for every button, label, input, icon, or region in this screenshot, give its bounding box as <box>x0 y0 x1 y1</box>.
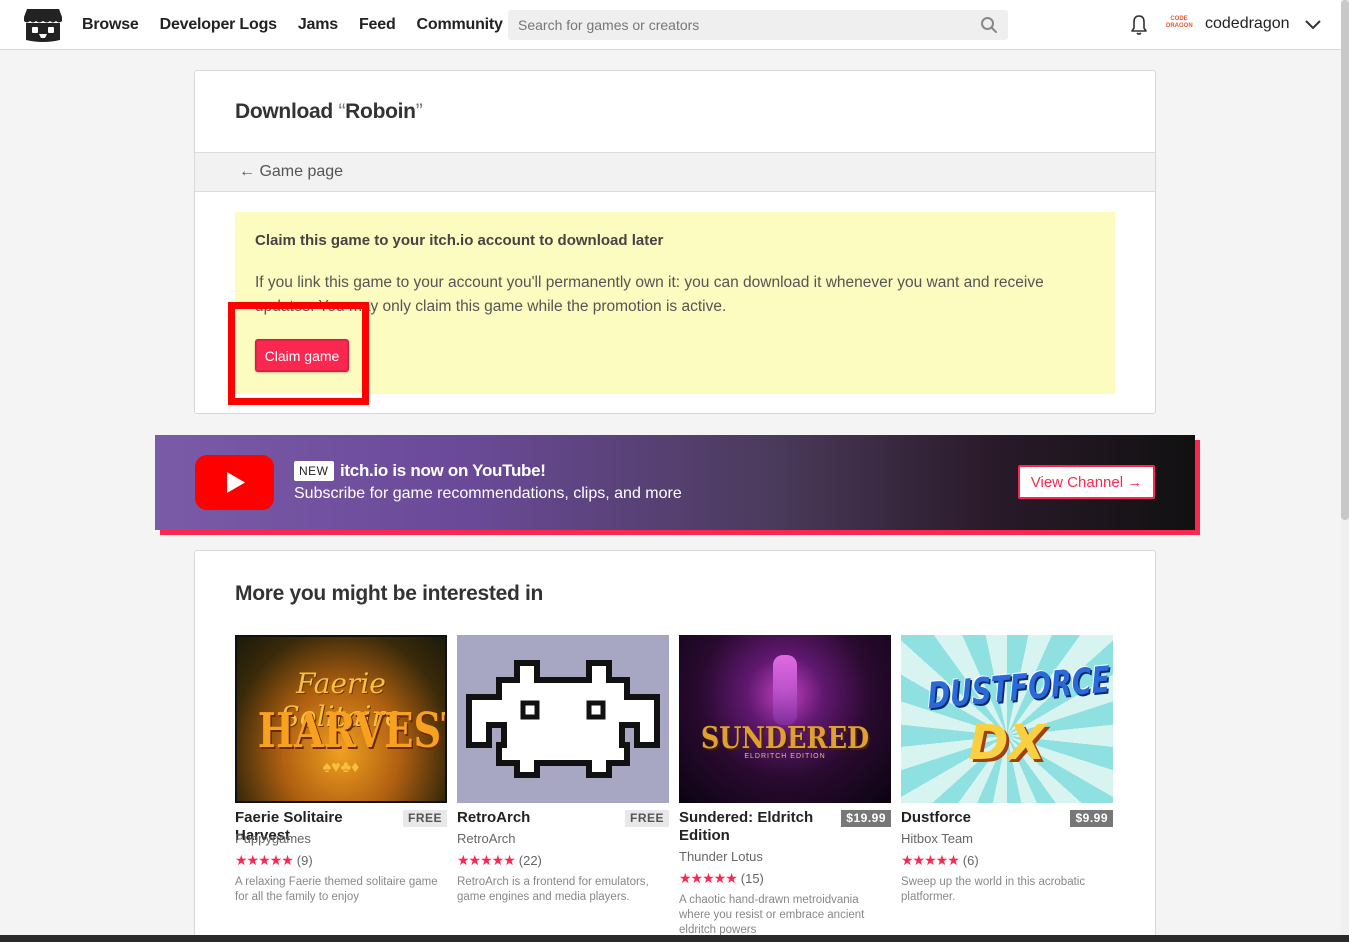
rating-count: (15) <box>740 871 764 886</box>
game-title[interactable]: RetroArch <box>457 809 617 827</box>
game-thumbnail[interactable]: SUNDERED ELDRITCH EDITION <box>679 635 891 803</box>
star-rating-icon: ★★★★★ <box>901 852 960 868</box>
game-thumbnail[interactable] <box>457 635 669 803</box>
scrollbar-thumb[interactable] <box>1341 0 1349 520</box>
nav-community[interactable]: Community <box>417 16 503 34</box>
avatar[interactable]: CODE DRAGON <box>1166 12 1193 38</box>
game-author[interactable]: Hitbox Team <box>901 831 973 846</box>
search-box <box>508 10 1008 40</box>
price-badge: $19.99 <box>841 810 891 827</box>
claim-heading: Claim this game to your itch.io account … <box>255 232 664 249</box>
top-header: Browse Developer Logs Jams Feed Communit… <box>0 0 1341 50</box>
thumbnail-title-line2: ELDRITCH EDITION <box>744 753 826 760</box>
star-rating-icon: ★★★★★ <box>457 852 516 868</box>
star-rating-icon: ★★★★★ <box>679 870 738 886</box>
game-title[interactable]: Dustforce <box>901 809 1061 827</box>
game-description: Sweep up the world in this acrobatic pla… <box>901 876 1086 903</box>
rating-count: (22) <box>518 853 542 868</box>
game-rating: ★★★★★ (15) <box>679 870 764 887</box>
username[interactable]: codedragon <box>1205 15 1290 33</box>
recommendations-panel: More you might be interested in Faerie S… <box>194 550 1156 942</box>
game-cell-retroarch[interactable]: RetroArch FREE RetroArch ★★★★★ (22) Retr… <box>457 635 669 903</box>
thumbnail-title-line2: DX <box>968 715 1046 771</box>
thumbnail-title-line1: SUNDERED <box>700 721 870 756</box>
game-cell-dustforce[interactable]: DUSTFORCE DX Dustforce $9.99 Hitbox Team… <box>901 635 1113 903</box>
retroarch-invader-icon <box>466 660 660 778</box>
game-author[interactable]: RetroArch <box>457 831 516 846</box>
rating-count: (6) <box>962 853 979 868</box>
title-prefix: Download <box>235 100 339 123</box>
thumbnail-title-line2: HARVEST <box>257 703 445 759</box>
youtube-play-icon <box>195 455 274 510</box>
game-rating: ★★★★★ (6) <box>901 852 979 869</box>
thumbnail-title-line1: DUSTFORCE <box>926 659 1111 718</box>
game-rating: ★★★★★ (22) <box>457 852 542 869</box>
game-description: A relaxing Faerie themed solitaire game … <box>235 876 438 903</box>
game-rating: ★★★★★ (9) <box>235 852 313 869</box>
search-input[interactable] <box>508 10 968 40</box>
rating-count: (9) <box>296 853 313 868</box>
sundered-figure-icon <box>773 655 797 725</box>
nav-feed[interactable]: Feed <box>359 16 396 34</box>
notification-bell-icon[interactable] <box>1129 14 1149 36</box>
search-icon[interactable] <box>980 16 998 34</box>
banner-subtitle: Subscribe for game recommendations, clip… <box>294 485 682 502</box>
game-description: RetroArch is a frontend for emulators, g… <box>457 876 649 903</box>
main-nav: Browse Developer Logs Jams Feed Communit… <box>82 0 524 50</box>
game-title[interactable]: Sundered: Eldritch Edition <box>679 809 839 845</box>
claim-text: If you link this game to your account yo… <box>255 274 1044 315</box>
view-channel-button[interactable]: View Channel → <box>1018 465 1155 499</box>
price-badge: FREE <box>402 810 447 827</box>
highlight-box <box>228 302 369 405</box>
youtube-banner[interactable]: NEW itch.io is now on YouTube! Subscribe… <box>155 435 1195 530</box>
price-badge: FREE <box>624 810 669 827</box>
nav-developer-logs[interactable]: Developer Logs <box>160 16 277 34</box>
banner-title: itch.io is now on YouTube! <box>340 461 546 480</box>
nav-jams[interactable]: Jams <box>298 16 338 34</box>
page-title: Download “Roboin” <box>235 100 423 124</box>
star-rating-icon: ★★★★★ <box>235 852 294 868</box>
game-description: A chaotic hand-drawn metroidvania where … <box>679 894 865 936</box>
game-name: Roboin <box>345 100 416 123</box>
back-bar: ← Game page <box>195 152 1155 192</box>
game-cell-sundered[interactable]: SUNDERED ELDRITCH EDITION Sundered: Eldr… <box>679 635 891 936</box>
nav-browse[interactable]: Browse <box>82 16 139 34</box>
new-tag: NEW <box>294 461 334 481</box>
recommendations-heading: More you might be interested in <box>235 582 544 605</box>
itchio-logo-icon[interactable] <box>23 7 63 43</box>
card-suits-icon: ♠♥♣♦ <box>322 759 360 776</box>
chevron-down-icon[interactable] <box>1304 17 1322 31</box>
game-cell-faerie-solitaire[interactable]: Faerie Solitaire HARVEST ♠♥♣♦ Faerie Sol… <box>235 635 447 903</box>
game-author[interactable]: Thunder Lotus <box>679 849 763 864</box>
game-author[interactable]: Puppygames <box>235 831 311 846</box>
close-quote: ” <box>415 100 423 123</box>
bottom-bar <box>0 935 1349 942</box>
game-thumbnail[interactable]: DUSTFORCE DX <box>901 635 1113 803</box>
game-page-link[interactable]: ← Game page <box>239 163 343 181</box>
price-badge: $9.99 <box>1070 810 1113 827</box>
game-thumbnail[interactable]: Faerie Solitaire HARVEST ♠♥♣♦ <box>235 635 447 803</box>
